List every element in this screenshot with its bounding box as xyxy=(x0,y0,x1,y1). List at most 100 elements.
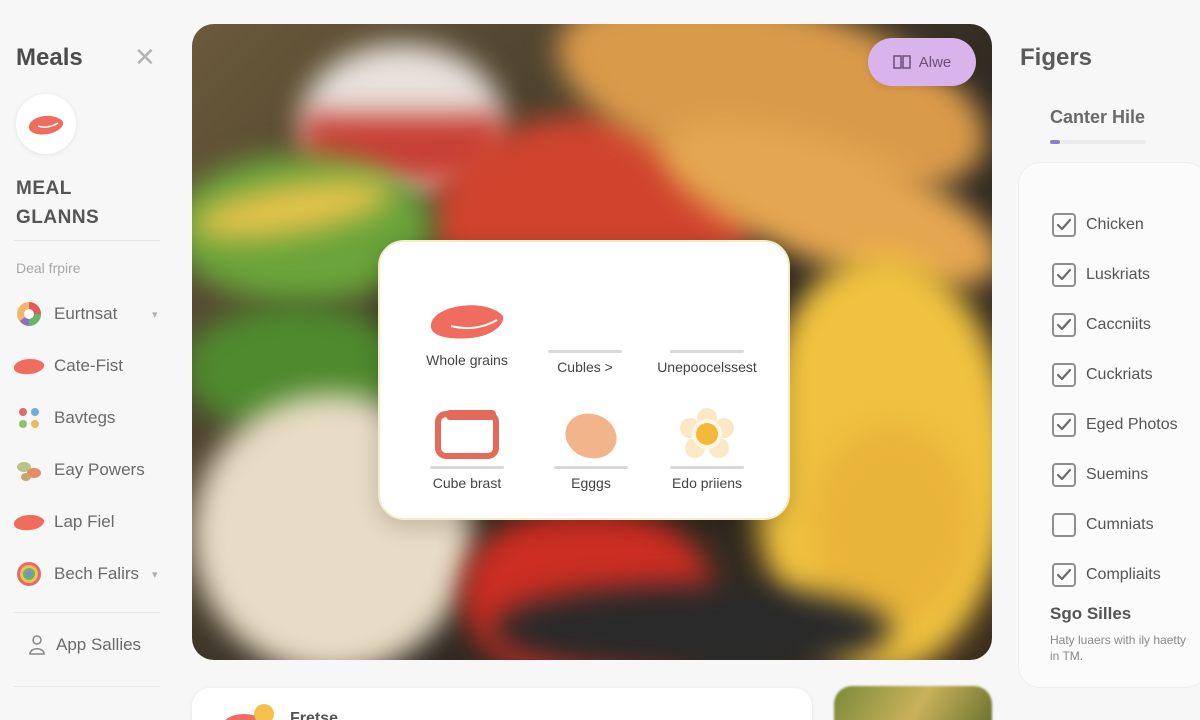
sidebar-heading: MEAL GLANNS xyxy=(16,178,100,228)
filter-option-caccniits[interactable]: Caccniits xyxy=(1052,300,1178,350)
hero-tag-button[interactable]: Alwe xyxy=(868,38,976,86)
label-underline xyxy=(548,350,622,353)
sidebar-item-label: Lap Fiel xyxy=(54,512,115,531)
label-underline xyxy=(670,350,744,353)
salmon-icon xyxy=(430,305,504,339)
progress-fill xyxy=(1050,140,1060,144)
user-icon xyxy=(29,635,45,655)
category-unepoocelssest[interactable]: Unepoocelssest xyxy=(642,286,772,375)
sidebar-title: Meals xyxy=(16,44,83,71)
bottom-card[interactable] xyxy=(192,688,812,720)
chevron-down-icon[interactable]: ▾ xyxy=(152,568,158,581)
sidebar-item-bavtegs[interactable]: Bavtegs xyxy=(12,392,172,444)
sidebar-item-label: Eay Powers xyxy=(54,460,145,479)
filter-option-label: Cumniats xyxy=(1086,516,1154,533)
pie-chart-icon xyxy=(12,297,46,331)
check-icon xyxy=(1056,568,1072,581)
checkbox[interactable] xyxy=(1052,463,1076,487)
sidebar-item-cate-fist[interactable]: Cate-Fist xyxy=(12,340,172,392)
filter-checklist: Chicken Luskriats Caccniits Cuckriats Eg… xyxy=(1052,200,1178,600)
note-title: Sgo Silles xyxy=(1050,604,1132,623)
filter-option-suemins[interactable]: Suemins xyxy=(1052,450,1178,500)
category-edo-priiens[interactable]: Edo priiens xyxy=(642,402,772,491)
app-settings-label: App Sallies xyxy=(56,635,142,654)
checkbox[interactable] xyxy=(1052,363,1076,387)
category-label: Edo priiens xyxy=(671,475,743,491)
right-panel-subtitle: Canter Hile xyxy=(1050,107,1146,127)
filter-option-label: Caccniits xyxy=(1086,316,1151,333)
checkbox[interactable] xyxy=(1052,213,1076,237)
chevron-down-icon[interactable]: ▾ xyxy=(152,308,158,321)
bottom-card-label: Fretse xyxy=(290,710,339,720)
avatar[interactable] xyxy=(16,94,76,154)
sidebar: Meals ✕ MEAL GLANNS Deal frpire Eurtnsat… xyxy=(0,0,180,720)
sidebar-item-label: Cate-Fist xyxy=(54,356,123,375)
filter-option-label: Suemins xyxy=(1086,466,1149,483)
checkbox[interactable] xyxy=(1052,263,1076,287)
bottom-thumbnail[interactable] xyxy=(834,686,992,720)
label-underline xyxy=(670,466,744,469)
category-whole-grains[interactable]: Whole grains xyxy=(402,286,532,368)
salmon-icon xyxy=(12,349,46,383)
filter-option-eged-photos[interactable]: Eged Photos xyxy=(1052,400,1178,450)
sidebar-item-eay-powers[interactable]: Eay Powers xyxy=(12,444,172,496)
grid-dots-icon xyxy=(12,401,46,435)
filter-option-label: Compliaits xyxy=(1086,566,1161,583)
check-icon xyxy=(1056,368,1072,381)
filter-option-label: Eged Photos xyxy=(1086,416,1178,433)
veggies-icon xyxy=(12,453,46,487)
filter-option-label: Cuckriats xyxy=(1086,366,1153,383)
sidebar-item-bech-falirs[interactable]: Bech Falirs ▾ xyxy=(12,548,172,600)
category-eggs[interactable]: Egggs xyxy=(526,402,656,491)
check-icon xyxy=(1056,418,1072,431)
right-panel-title: Figers xyxy=(1020,44,1093,71)
divider xyxy=(14,686,160,687)
book-icon xyxy=(892,55,911,69)
app-settings-button[interactable]: App Sallies xyxy=(28,634,141,656)
sidebar-item-label: Eurtnsat xyxy=(54,304,118,323)
check-icon xyxy=(1056,468,1072,481)
filter-option-luskriats[interactable]: Luskriats xyxy=(1052,250,1178,300)
filter-option-compliaits[interactable]: Compliaits xyxy=(1052,550,1178,600)
filter-option-chicken[interactable]: Chicken xyxy=(1052,200,1178,250)
label-underline xyxy=(430,466,504,469)
fish-icon xyxy=(12,505,46,539)
hero-tag-label: Alwe xyxy=(918,53,952,71)
salmon-icon xyxy=(28,115,64,135)
category-label: Cubles > xyxy=(557,359,613,375)
check-icon xyxy=(1056,218,1072,231)
cube-frame-icon xyxy=(435,410,499,459)
food-icon xyxy=(225,704,274,720)
category-cube-brast[interactable]: Cube brast xyxy=(402,402,532,491)
egg-icon xyxy=(565,413,617,459)
filter-option-label: Luskriats xyxy=(1086,266,1151,283)
category-label: Unepoocelssest xyxy=(657,359,757,375)
divider xyxy=(14,240,160,241)
filter-option-cumniats[interactable]: Cumniats xyxy=(1052,500,1178,550)
category-label: Whole grains xyxy=(426,352,508,368)
progress-bar xyxy=(1050,140,1146,144)
food-category-card: Whole grains Cubles > Unepoocelssest Cub… xyxy=(378,240,790,520)
checkbox[interactable] xyxy=(1052,513,1076,537)
category-label: Cube brast xyxy=(432,475,502,491)
checkbox[interactable] xyxy=(1052,413,1076,437)
sidebar-item-label: Bavtegs xyxy=(54,408,116,427)
sidebar-item-lap-fiel[interactable]: Lap Fiel xyxy=(12,496,172,548)
close-icon[interactable]: ✕ xyxy=(134,42,156,72)
rainbow-circle-icon xyxy=(12,557,46,591)
filter-option-label: Chicken xyxy=(1086,216,1144,233)
sidebar-item-label: Bech Falirs xyxy=(54,564,140,583)
sidebar-nav: Eurtnsat ▾ Cate-Fist Bavtegs Eay Powers … xyxy=(12,288,172,600)
filter-option-cuckriats[interactable]: Cuckriats xyxy=(1052,350,1178,400)
checkbox[interactable] xyxy=(1052,563,1076,587)
divider xyxy=(14,612,160,613)
sidebar-section-label: Deal frpire xyxy=(16,260,81,276)
category-label: Egggs xyxy=(571,475,611,491)
note-text: Haty luaers with ily haetty in TM. xyxy=(1050,633,1187,663)
category-cubles[interactable]: Cubles > xyxy=(520,286,650,375)
sidebar-item-eurtnsat[interactable]: Eurtnsat ▾ xyxy=(12,288,172,340)
checkbox[interactable] xyxy=(1052,313,1076,337)
check-icon xyxy=(1056,268,1072,281)
flower-icon xyxy=(680,408,734,458)
check-icon xyxy=(1056,318,1072,331)
